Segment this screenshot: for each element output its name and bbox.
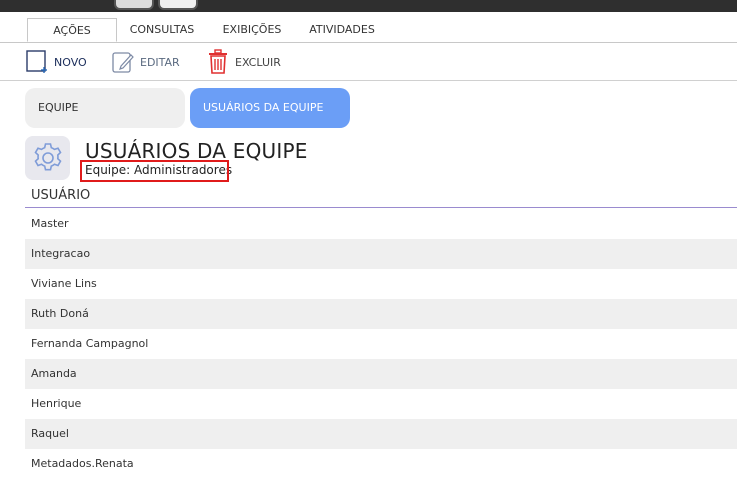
- trash-icon: [207, 49, 229, 75]
- table-row[interactable]: Integracao: [25, 239, 737, 269]
- table-row[interactable]: Raquel: [25, 419, 737, 449]
- table-row[interactable]: Fernanda Campagnol: [25, 329, 737, 359]
- subtab-usuarios-da-equipe[interactable]: USUÁRIOS DA EQUIPE: [190, 88, 350, 128]
- table-row[interactable]: Viviane Lins: [25, 269, 737, 299]
- table-row[interactable]: Metadados.Renata: [25, 449, 737, 479]
- table-row[interactable]: Henrique: [25, 389, 737, 419]
- tab-acoes[interactable]: AÇÕES: [27, 18, 117, 42]
- tab-exibicoes[interactable]: EXIBIÇÕES: [212, 18, 292, 42]
- editar-label: EDITAR: [140, 55, 180, 69]
- novo-button[interactable]: NOVO: [26, 49, 87, 75]
- toolbar: NOVO EDITAR EXCLUIR: [0, 43, 737, 81]
- top-bar: [0, 0, 737, 12]
- highlight-box: [80, 160, 229, 182]
- editar-button[interactable]: EDITAR: [112, 49, 180, 75]
- ribbon-tabs: AÇÕES CONSULTAS EXIBIÇÕES ATIVIDADES: [0, 16, 737, 43]
- column-header-usuario[interactable]: USUÁRIO: [25, 184, 737, 208]
- new-document-icon: [26, 50, 48, 74]
- table-row[interactable]: Master: [25, 209, 737, 239]
- table-row[interactable]: Ruth Doná: [25, 299, 737, 329]
- top-bar-button[interactable]: [114, 0, 154, 10]
- excluir-button[interactable]: EXCLUIR: [207, 49, 281, 75]
- novo-label: NOVO: [54, 55, 87, 69]
- edit-icon: [112, 50, 134, 74]
- top-bar-button[interactable]: [158, 0, 198, 10]
- table-row[interactable]: Amanda: [25, 359, 737, 389]
- tab-atividades[interactable]: ATIVIDADES: [302, 18, 382, 42]
- tab-consultas[interactable]: CONSULTAS: [122, 18, 202, 42]
- excluir-label: EXCLUIR: [235, 55, 281, 69]
- gear-icon: [25, 136, 70, 180]
- subtab-equipe[interactable]: EQUIPE: [25, 88, 185, 128]
- user-list: Master Integracao Viviane Lins Ruth Doná…: [25, 209, 737, 479]
